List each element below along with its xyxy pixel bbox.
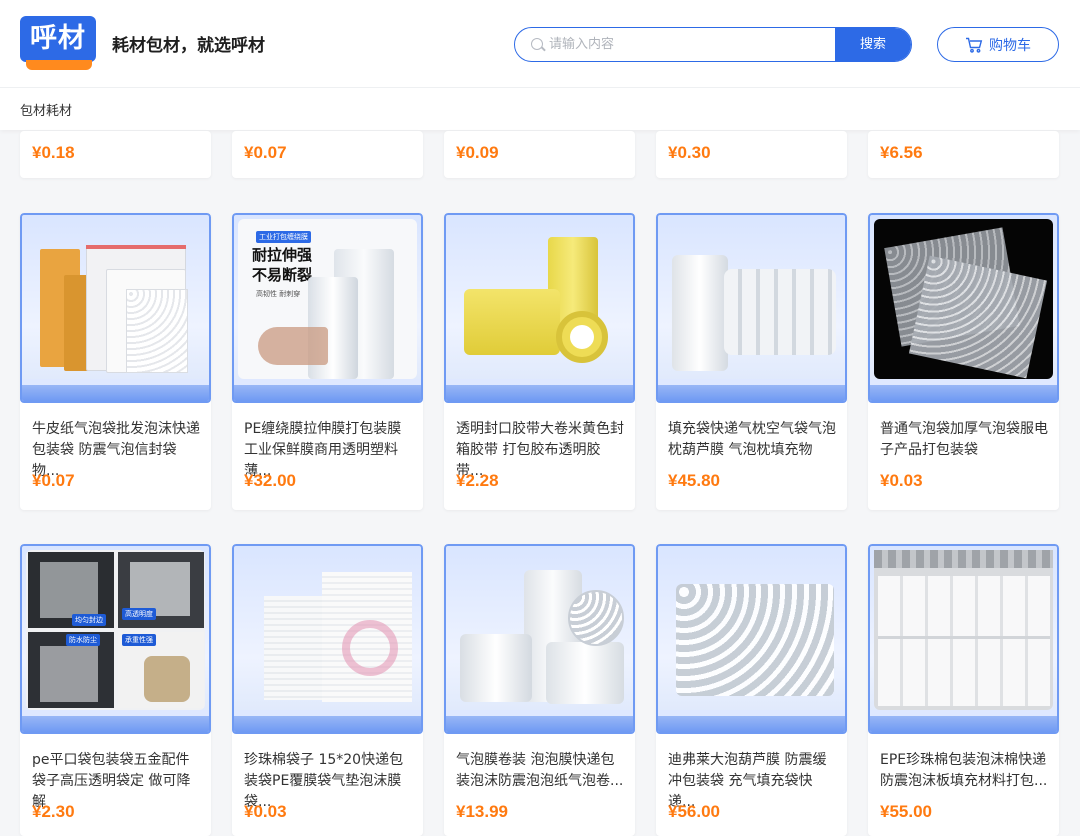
product-card[interactable]: ¥0.09 [444, 131, 635, 178]
slogan: 耗材包材，就选呼材 [112, 36, 265, 56]
product-price: ¥0.03 [244, 802, 287, 821]
product-price: ¥6.56 [880, 143, 923, 162]
product-card[interactable]: ¥6.56 [868, 131, 1059, 178]
feature-tag: 高透明度 [122, 608, 156, 620]
feature-tag: 防水防尘 [66, 634, 100, 646]
product-card[interactable]: 迪弗莱大泡葫芦膜 防震缓冲包装袋 充气填充袋快递... ¥56.00 [656, 544, 847, 836]
product-price: ¥32.00 [244, 471, 296, 490]
cart-label: 购物车 [989, 37, 1031, 54]
product-price: ¥0.03 [880, 471, 923, 490]
product-card[interactable]: 牛皮纸气泡袋批发泡沫快递包装袋 防震气泡信封袋物... ¥0.07 [20, 213, 211, 510]
product-price: ¥0.30 [668, 143, 711, 162]
gourd-film-image[interactable] [656, 544, 847, 734]
logo-underline [26, 60, 92, 70]
product-price: ¥0.07 [32, 471, 75, 490]
product-title[interactable]: 填充袋快递气枕空气袋气泡枕葫芦膜 气泡枕填充物 [668, 419, 838, 461]
product-price: ¥45.80 [668, 471, 720, 490]
air-pillow-image[interactable] [656, 213, 847, 403]
product-card[interactable]: ¥0.18 [20, 131, 211, 178]
product-price: ¥0.09 [456, 143, 499, 162]
product-price: ¥55.00 [880, 802, 932, 821]
bubble-mailer-image[interactable] [20, 213, 211, 403]
feature-tag: 承重性强 [122, 634, 156, 646]
product-card[interactable]: ¥0.07 [232, 131, 423, 178]
logo[interactable]: 呼材 [20, 16, 96, 72]
search-input[interactable] [549, 28, 834, 61]
bubble-wrap-roll-image[interactable] [444, 544, 635, 734]
packing-tape-image[interactable] [444, 213, 635, 403]
product-title[interactable]: EPE珍珠棉包装泡沫棉快递防震泡沫板填充材料打包... [880, 750, 1050, 792]
cart-button[interactable]: 购物车 [937, 27, 1059, 62]
product-card[interactable]: 填充袋快递气枕空气袋气泡枕葫芦膜 气泡枕填充物 ¥45.80 [656, 213, 847, 510]
pe-flat-bag-image[interactable]: 均匀封边 高透明度 防水防尘 承重性强 [20, 544, 211, 734]
product-card[interactable]: 透明封口胶带大卷米黄色封箱胶带 打包胶布透明胶带... ¥2.28 [444, 213, 635, 510]
product-card[interactable]: 均匀封边 高透明度 防水防尘 承重性强 pe平口袋包装袋五金配件袋子高压透明袋定… [20, 544, 211, 836]
product-price: ¥0.07 [244, 143, 287, 162]
promo-line: 耐拉伸强 [252, 246, 313, 264]
search-button[interactable]: 搜索 [835, 28, 911, 61]
epe-foam-roll-image[interactable] [868, 544, 1059, 734]
search-bar: 搜索 [514, 27, 912, 62]
product-card[interactable]: 工业打包缠绕膜 耐拉伸强 不易断裂 高韧性 耐刺穿 PE缠绕膜拉伸膜打包装膜工业… [232, 213, 423, 510]
product-price: ¥56.00 [668, 802, 720, 821]
product-price: ¥2.30 [32, 802, 75, 821]
cart-icon [966, 37, 983, 53]
logo-text: 呼材 [20, 16, 96, 62]
product-price: ¥2.28 [456, 471, 499, 490]
breadcrumb[interactable]: 包材耗材 [20, 100, 72, 119]
promo-subtitle: 高韧性 耐刺穿 [256, 290, 301, 298]
promo-tag: 工业打包缠绕膜 [256, 231, 311, 243]
product-title[interactable]: 气泡膜卷装 泡泡膜快递包装泡沫防震泡泡纸气泡卷... [456, 750, 626, 792]
product-title[interactable]: 普通气泡袋加厚气泡袋服电子产品打包装袋 [880, 419, 1050, 461]
feature-tag: 均匀封边 [72, 614, 106, 626]
sub-navigation: 包材耗材 [0, 88, 1080, 130]
pearl-cotton-bag-image[interactable] [232, 544, 423, 734]
product-card[interactable]: ¥0.30 [656, 131, 847, 178]
stretch-film-image[interactable]: 工业打包缠绕膜 耐拉伸强 不易断裂 高韧性 耐刺穿 [232, 213, 423, 403]
bubble-bag-image[interactable] [868, 213, 1059, 403]
product-card[interactable]: EPE珍珠棉包装泡沫棉快递防震泡沫板填充材料打包... ¥55.00 [868, 544, 1059, 836]
product-price: ¥0.18 [32, 143, 75, 162]
top-header: 呼材 耗材包材，就选呼材 搜索 购物车 [0, 0, 1080, 88]
product-card[interactable]: 普通气泡袋加厚气泡袋服电子产品打包装袋 ¥0.03 [868, 213, 1059, 510]
product-price: ¥13.99 [456, 802, 508, 821]
search-icon [531, 38, 543, 50]
product-card[interactable]: 气泡膜卷装 泡泡膜快递包装泡沫防震泡泡纸气泡卷... ¥13.99 [444, 544, 635, 836]
promo-line: 不易断裂 [252, 266, 313, 284]
product-card[interactable]: 珍珠棉袋子 15*20快递包装袋PE覆膜袋气垫泡沫膜袋... ¥0.03 [232, 544, 423, 836]
